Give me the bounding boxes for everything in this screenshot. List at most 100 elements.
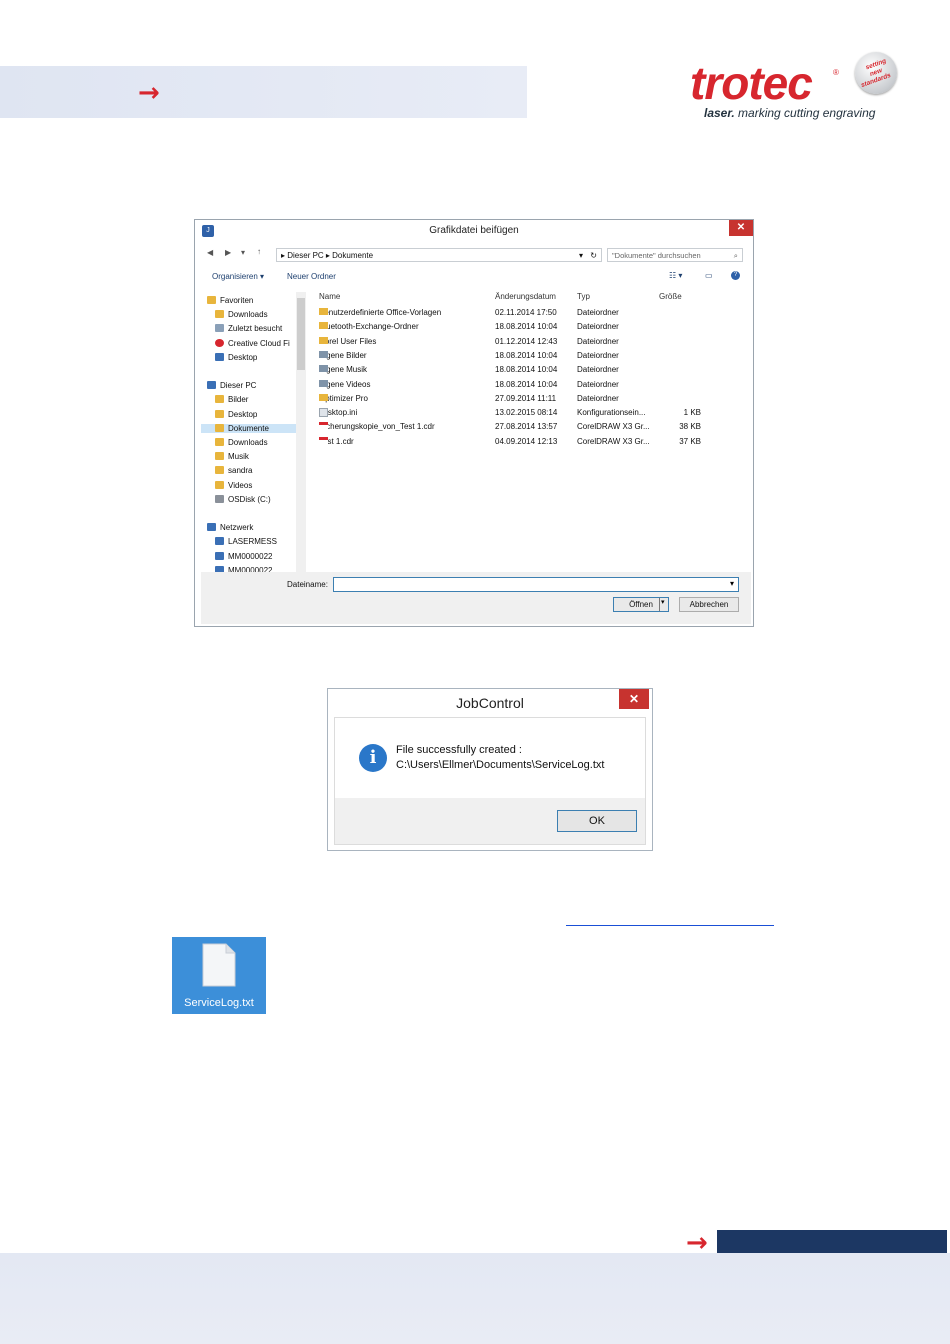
tree-item[interactable]: LASERMESS	[215, 537, 277, 546]
file-name-text: Benutzerdefinierte Office-Vorlagen	[319, 308, 442, 317]
file-row[interactable]: desktop.ini 13.02.2015 08:14 Konfiguration…	[313, 408, 743, 422]
tree-item-label: sandra	[228, 466, 253, 476]
file-name-cell: Eigene Musik	[319, 365, 367, 374]
column-type[interactable]: Typ	[577, 292, 590, 301]
file-date-cell: 04.09.2014 12:13	[495, 436, 558, 446]
tree-item[interactable]: Downloads	[215, 310, 268, 319]
hyperlink-underline[interactable]	[566, 925, 774, 926]
search-box[interactable]: "Dokumente" durchsuchen ⌕	[607, 248, 743, 262]
computer-icon	[215, 551, 224, 560]
filename-label: Dateiname:	[287, 580, 328, 589]
column-name[interactable]: Name	[319, 292, 340, 301]
file-row[interactable]: Eigene Musik 18.08.2014 10:04 Dateiordner	[313, 365, 743, 379]
shortcut-icon	[319, 379, 328, 387]
filename-input[interactable]: ▾	[333, 577, 739, 592]
address-dropdown-icon[interactable]: ▾	[579, 249, 583, 262]
computer-icon	[215, 537, 224, 546]
tree-item[interactable]: Netzwerk	[207, 523, 253, 532]
tree-item-label: Dokumente	[228, 423, 269, 433]
tree-item[interactable]: Musik	[215, 452, 249, 461]
tree-item[interactable]: Videos	[215, 480, 253, 490]
column-size[interactable]: Größe	[659, 292, 682, 301]
downloads-icon	[215, 310, 224, 319]
dialog-toolbar: Organisieren ▾ Neuer Ordner ☷ ▾ ▭ ?	[195, 268, 753, 288]
file-type-cell: Dateiordner	[577, 365, 619, 375]
breadcrumb: ▸ Dieser PC ▸ Dokumente	[281, 251, 374, 260]
file-date-cell: 27.08.2014 13:57	[495, 422, 558, 432]
ok-button[interactable]: OK	[557, 810, 637, 832]
forward-icon[interactable]: ▶	[225, 248, 231, 257]
file-name-cell: Corel User Files	[319, 336, 376, 346]
up-arrow-icon[interactable]: ↑	[257, 247, 261, 256]
message-line2: C:\Users\Ellmer\Documents\ServiceLog.txt	[396, 759, 605, 771]
tree-item-label: Downloads	[228, 310, 268, 320]
footer-arrow-icon: →	[686, 1228, 708, 1258]
tree-item[interactable]: Dokumente	[201, 423, 305, 433]
open-button-label: Öffnen	[629, 600, 653, 609]
tree-item[interactable]: OSDisk (C:)	[215, 494, 271, 504]
address-bar[interactable]: ▸ Dieser PC ▸ Dokumente ▾ ↻	[276, 248, 602, 262]
ini-file-icon	[319, 408, 328, 418]
preview-pane-icon[interactable]: ▭	[705, 271, 713, 280]
tree-item[interactable]: Favoriten	[207, 296, 253, 305]
refresh-icon[interactable]: ↻	[590, 249, 597, 262]
tree-item[interactable]: Downloads	[215, 438, 268, 447]
tree-item[interactable]: Zuletzt besucht	[215, 324, 282, 333]
tree-item[interactable]: sandra	[215, 466, 252, 475]
folder-icon	[215, 409, 224, 418]
tree-item[interactable]: Desktop	[215, 409, 257, 419]
message-box-close-button[interactable]: ✕	[619, 689, 649, 709]
file-row[interactable]: Test 1.cdr 04.09.2014 12:13 CorelDRAW X3 G…	[313, 436, 743, 451]
file-row[interactable]: Eigene Videos 18.08.2014 10:04 Dateiordner	[313, 379, 743, 394]
file-row[interactable]: Corel User Files 01.12.2014 12:43 Dateiord…	[313, 336, 743, 351]
text-file-icon	[202, 943, 236, 987]
search-placeholder: "Dokumente" durchsuchen	[612, 251, 701, 260]
header-band	[0, 66, 527, 118]
tree-item[interactable]: Bilder	[215, 395, 248, 404]
navigation-tree: Favoriten Downloads Zuletzt besucht Creativ…	[201, 292, 305, 572]
filename-dropdown-icon[interactable]: ▾	[730, 579, 734, 588]
shortcut-icon	[319, 350, 328, 358]
tree-item-label: Musik	[228, 452, 249, 462]
back-icon[interactable]: ◀	[207, 248, 213, 257]
help-icon[interactable]: ?	[731, 271, 740, 280]
organize-button[interactable]: Organisieren ▾	[212, 272, 264, 281]
column-date[interactable]: Änderungsdatum	[495, 292, 556, 301]
file-type-cell: Konfigurationsein...	[577, 408, 646, 418]
tree-scrollbar-thumb[interactable]	[297, 298, 305, 370]
new-folder-button[interactable]: Neuer Ordner	[287, 272, 336, 281]
file-type-cell: Dateiordner	[577, 379, 619, 389]
tree-item-label: Desktop	[228, 352, 258, 362]
file-name-cell: Eigene Videos	[319, 379, 370, 389]
folder-icon	[319, 308, 328, 315]
folder-icon	[319, 322, 328, 330]
history-chevron-icon[interactable]: ▾	[241, 248, 245, 257]
jobcontrol-message-box: JobControl ✕ i File successfully created…	[327, 688, 653, 851]
desktop-icon	[215, 352, 224, 361]
dialog-close-button[interactable]: ✕	[729, 220, 753, 236]
open-split-divider	[659, 598, 660, 611]
folder-icon	[215, 452, 224, 461]
tree-item[interactable]: Dieser PC	[207, 381, 256, 390]
cdr-file-icon	[319, 422, 328, 431]
cdr-file-icon	[319, 436, 328, 445]
tree-item[interactable]: Desktop	[215, 352, 258, 362]
tree-item[interactable]: Creative Cloud Fi	[215, 338, 290, 348]
desktop-file-name: ServiceLog.txt	[184, 997, 254, 1009]
cancel-button[interactable]: Abbrechen	[679, 597, 739, 612]
view-options-icon[interactable]: ☷ ▾	[669, 271, 682, 280]
file-type-cell: Dateiordner	[577, 308, 619, 317]
file-row[interactable]: Bluetooth-Exchange-Ordner 18.08.2014 10:0…	[313, 322, 743, 336]
file-date-cell: 18.08.2014 10:04	[495, 379, 558, 389]
tree-item[interactable]: MM0000022	[215, 551, 272, 561]
tagline-rest: marking cutting engraving	[734, 106, 876, 120]
tree-item-label: OSDisk (C:)	[228, 494, 271, 504]
open-split-chevron-icon[interactable]: ▾	[661, 598, 665, 606]
file-row[interactable]: Sicherungskopie_von_Test 1.cdr 27.08.2014…	[313, 422, 743, 436]
file-row[interactable]: Optimizer Pro 27.09.2014 11:11 Dateiordner	[313, 393, 743, 408]
setting-new-standards-seal: setting new standards	[855, 52, 897, 94]
file-row[interactable]: Benutzerdefinierte Office-Vorlagen 02.11.…	[313, 308, 743, 322]
file-row[interactable]: Eigene Bilder 18.08.2014 10:04 Dateiordner	[313, 350, 743, 365]
desktop-file-tile[interactable]: ServiceLog.txt	[172, 937, 266, 1014]
tree-item-label: Videos	[228, 480, 253, 490]
